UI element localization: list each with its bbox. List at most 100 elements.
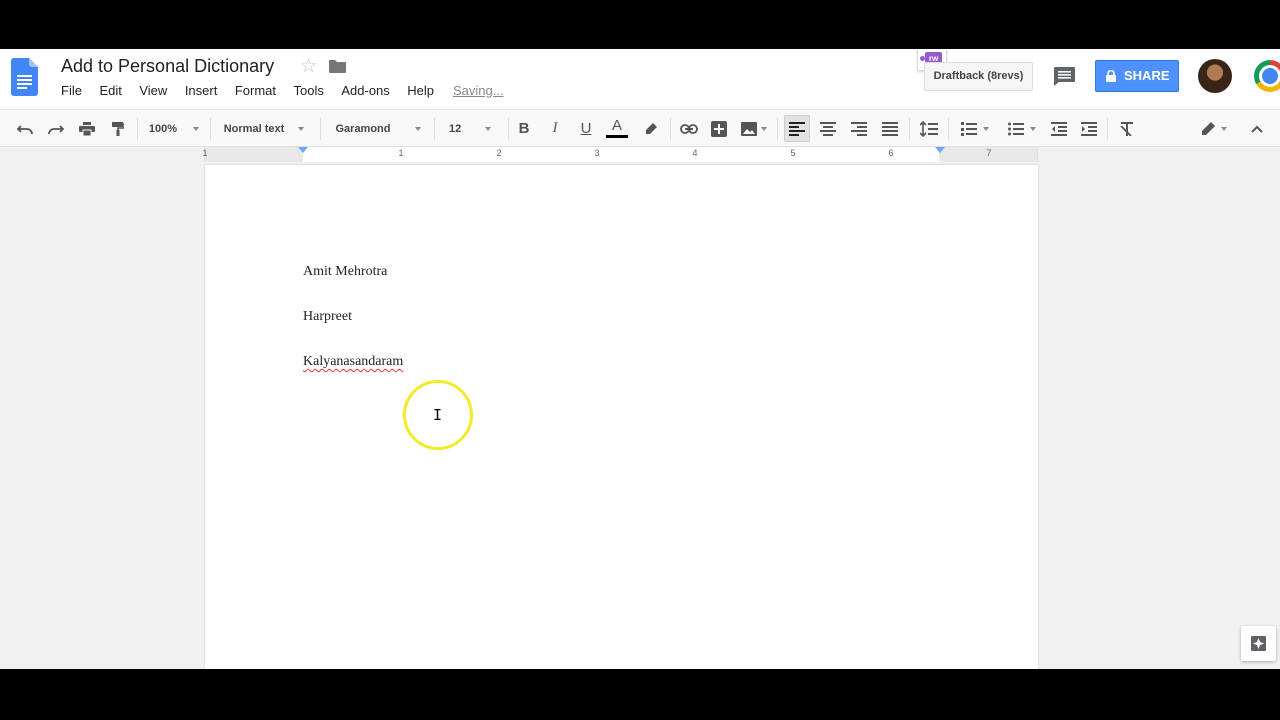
ruler-number: 5 [790, 148, 796, 158]
menu-file[interactable]: File [61, 83, 82, 98]
line-spacing-button[interactable] [917, 110, 941, 147]
toolbar-divider [210, 118, 211, 140]
font-select[interactable]: Garamond [330, 110, 426, 147]
justify-icon [882, 121, 898, 136]
lock-icon [1106, 70, 1116, 82]
chevron-down-icon [761, 126, 767, 131]
explore-button[interactable] [1241, 626, 1276, 661]
undo-button[interactable] [14, 110, 36, 147]
add-comment-icon [711, 120, 727, 137]
toolbar-divider [1107, 118, 1108, 140]
document-page[interactable]: Amit Mehrotra Harpreet Kalyanasandaram [205, 165, 1038, 669]
menu-bar: File Edit View Insert Format Tools Add-o… [61, 83, 452, 98]
ruler-number: 4 [692, 148, 698, 158]
link-icon [680, 123, 698, 134]
style-value: Normal text [223, 122, 285, 135]
insert-link-button[interactable] [677, 110, 701, 147]
menu-format[interactable]: Format [235, 83, 276, 98]
share-button[interactable]: SHARE [1095, 60, 1179, 92]
align-center-icon [820, 121, 836, 136]
toolbar-divider [508, 118, 509, 140]
insert-comment-button[interactable] [708, 110, 730, 147]
toolbar-divider [948, 118, 949, 140]
menu-addons[interactable]: Add-ons [341, 83, 389, 98]
clear-formatting-icon [1120, 121, 1133, 136]
docs-logo-icon[interactable] [11, 58, 38, 96]
italic-button[interactable]: I [544, 110, 566, 147]
menu-insert[interactable]: Insert [185, 83, 218, 98]
align-right-icon [851, 121, 867, 136]
ruler-number: 1 [202, 148, 208, 158]
text-cursor-icon: Ι [433, 406, 443, 424]
chevron-down-icon [414, 126, 421, 131]
redo-icon [48, 124, 64, 134]
paint-format-button[interactable] [107, 110, 129, 147]
zoom-select[interactable]: 100% [144, 110, 204, 147]
clear-formatting-button[interactable] [1116, 110, 1138, 147]
paragraph[interactable]: Amit Mehrotra [303, 264, 387, 280]
right-indent-marker[interactable] [935, 147, 945, 153]
menu-edit[interactable]: Edit [99, 83, 121, 98]
ruler-number: 3 [594, 148, 600, 158]
align-center-button[interactable] [817, 110, 839, 147]
numbered-list-button[interactable] [956, 110, 994, 147]
bulleted-list-button[interactable] [1003, 110, 1041, 147]
redo-button[interactable] [45, 110, 67, 147]
letterbox-top [0, 0, 1280, 49]
toolbar: 100% Normal text Garamond 12 B I U A [0, 109, 1280, 147]
decrease-indent-button[interactable] [1048, 110, 1070, 147]
paint-format-icon [112, 121, 124, 136]
align-right-button[interactable] [848, 110, 870, 147]
comments-icon[interactable] [1054, 67, 1075, 86]
folder-icon[interactable] [329, 60, 346, 73]
ruler-number: 1 [398, 148, 404, 158]
explore-icon [1251, 636, 1266, 651]
chrome-icon[interactable] [1254, 60, 1280, 92]
draftback-button[interactable]: Draftback (8revs) [924, 62, 1033, 91]
print-button[interactable] [76, 110, 98, 147]
insert-image-button[interactable] [738, 110, 770, 147]
zoom-value: 100% [148, 122, 178, 135]
style-select[interactable]: Normal text [216, 110, 312, 147]
chevron-down-icon [193, 126, 200, 131]
increase-indent-icon [1081, 121, 1097, 136]
menu-tools[interactable]: Tools [294, 83, 324, 98]
line-spacing-icon [920, 120, 938, 137]
google-docs-window: Add to Personal Dictionary ☆ File Edit V… [0, 49, 1280, 669]
highlight-button[interactable] [640, 110, 662, 147]
chevron-down-icon [298, 126, 305, 131]
ruler-track[interactable]: 1 1 2 3 4 5 6 7 [202, 147, 1038, 162]
font-size-value: 12 [449, 122, 462, 135]
star-icon[interactable]: ☆ [300, 55, 317, 78]
justify-button[interactable] [879, 110, 901, 147]
toolbar-divider [137, 118, 138, 140]
undo-icon [17, 124, 33, 134]
editing-mode-button[interactable] [1196, 110, 1232, 147]
collapse-toolbar-button[interactable] [1246, 110, 1268, 147]
toolbar-divider [670, 118, 671, 140]
saving-status[interactable]: Saving... [453, 83, 504, 98]
ruler-number: 7 [986, 148, 992, 158]
share-label: SHARE [1124, 68, 1170, 83]
avatar[interactable] [1198, 59, 1232, 93]
paragraph[interactable]: Harpreet [303, 309, 352, 325]
left-indent-marker[interactable] [298, 147, 308, 153]
misspelled-word[interactable]: Kalyanasandaram [303, 354, 403, 370]
underline-button[interactable]: U [575, 110, 597, 147]
document-title[interactable]: Add to Personal Dictionary [61, 56, 274, 77]
ruler-number: 2 [496, 148, 502, 158]
text-color-button[interactable]: A [606, 110, 628, 147]
chevron-down-icon [485, 126, 492, 131]
align-left-button[interactable] [784, 115, 810, 142]
menu-help[interactable]: Help [407, 83, 434, 98]
font-size-select[interactable]: 12 [444, 110, 502, 147]
ruler-number: 6 [888, 148, 894, 158]
chevron-down-icon [983, 126, 989, 131]
ruler: 1 1 2 3 4 5 6 7 [0, 147, 1280, 162]
increase-indent-button[interactable] [1078, 110, 1100, 147]
menu-view[interactable]: View [139, 83, 167, 98]
chevron-down-icon [1221, 126, 1227, 131]
text-color-swatch [606, 135, 628, 138]
font-value: Garamond [335, 122, 391, 135]
bold-button[interactable]: B [513, 110, 535, 147]
